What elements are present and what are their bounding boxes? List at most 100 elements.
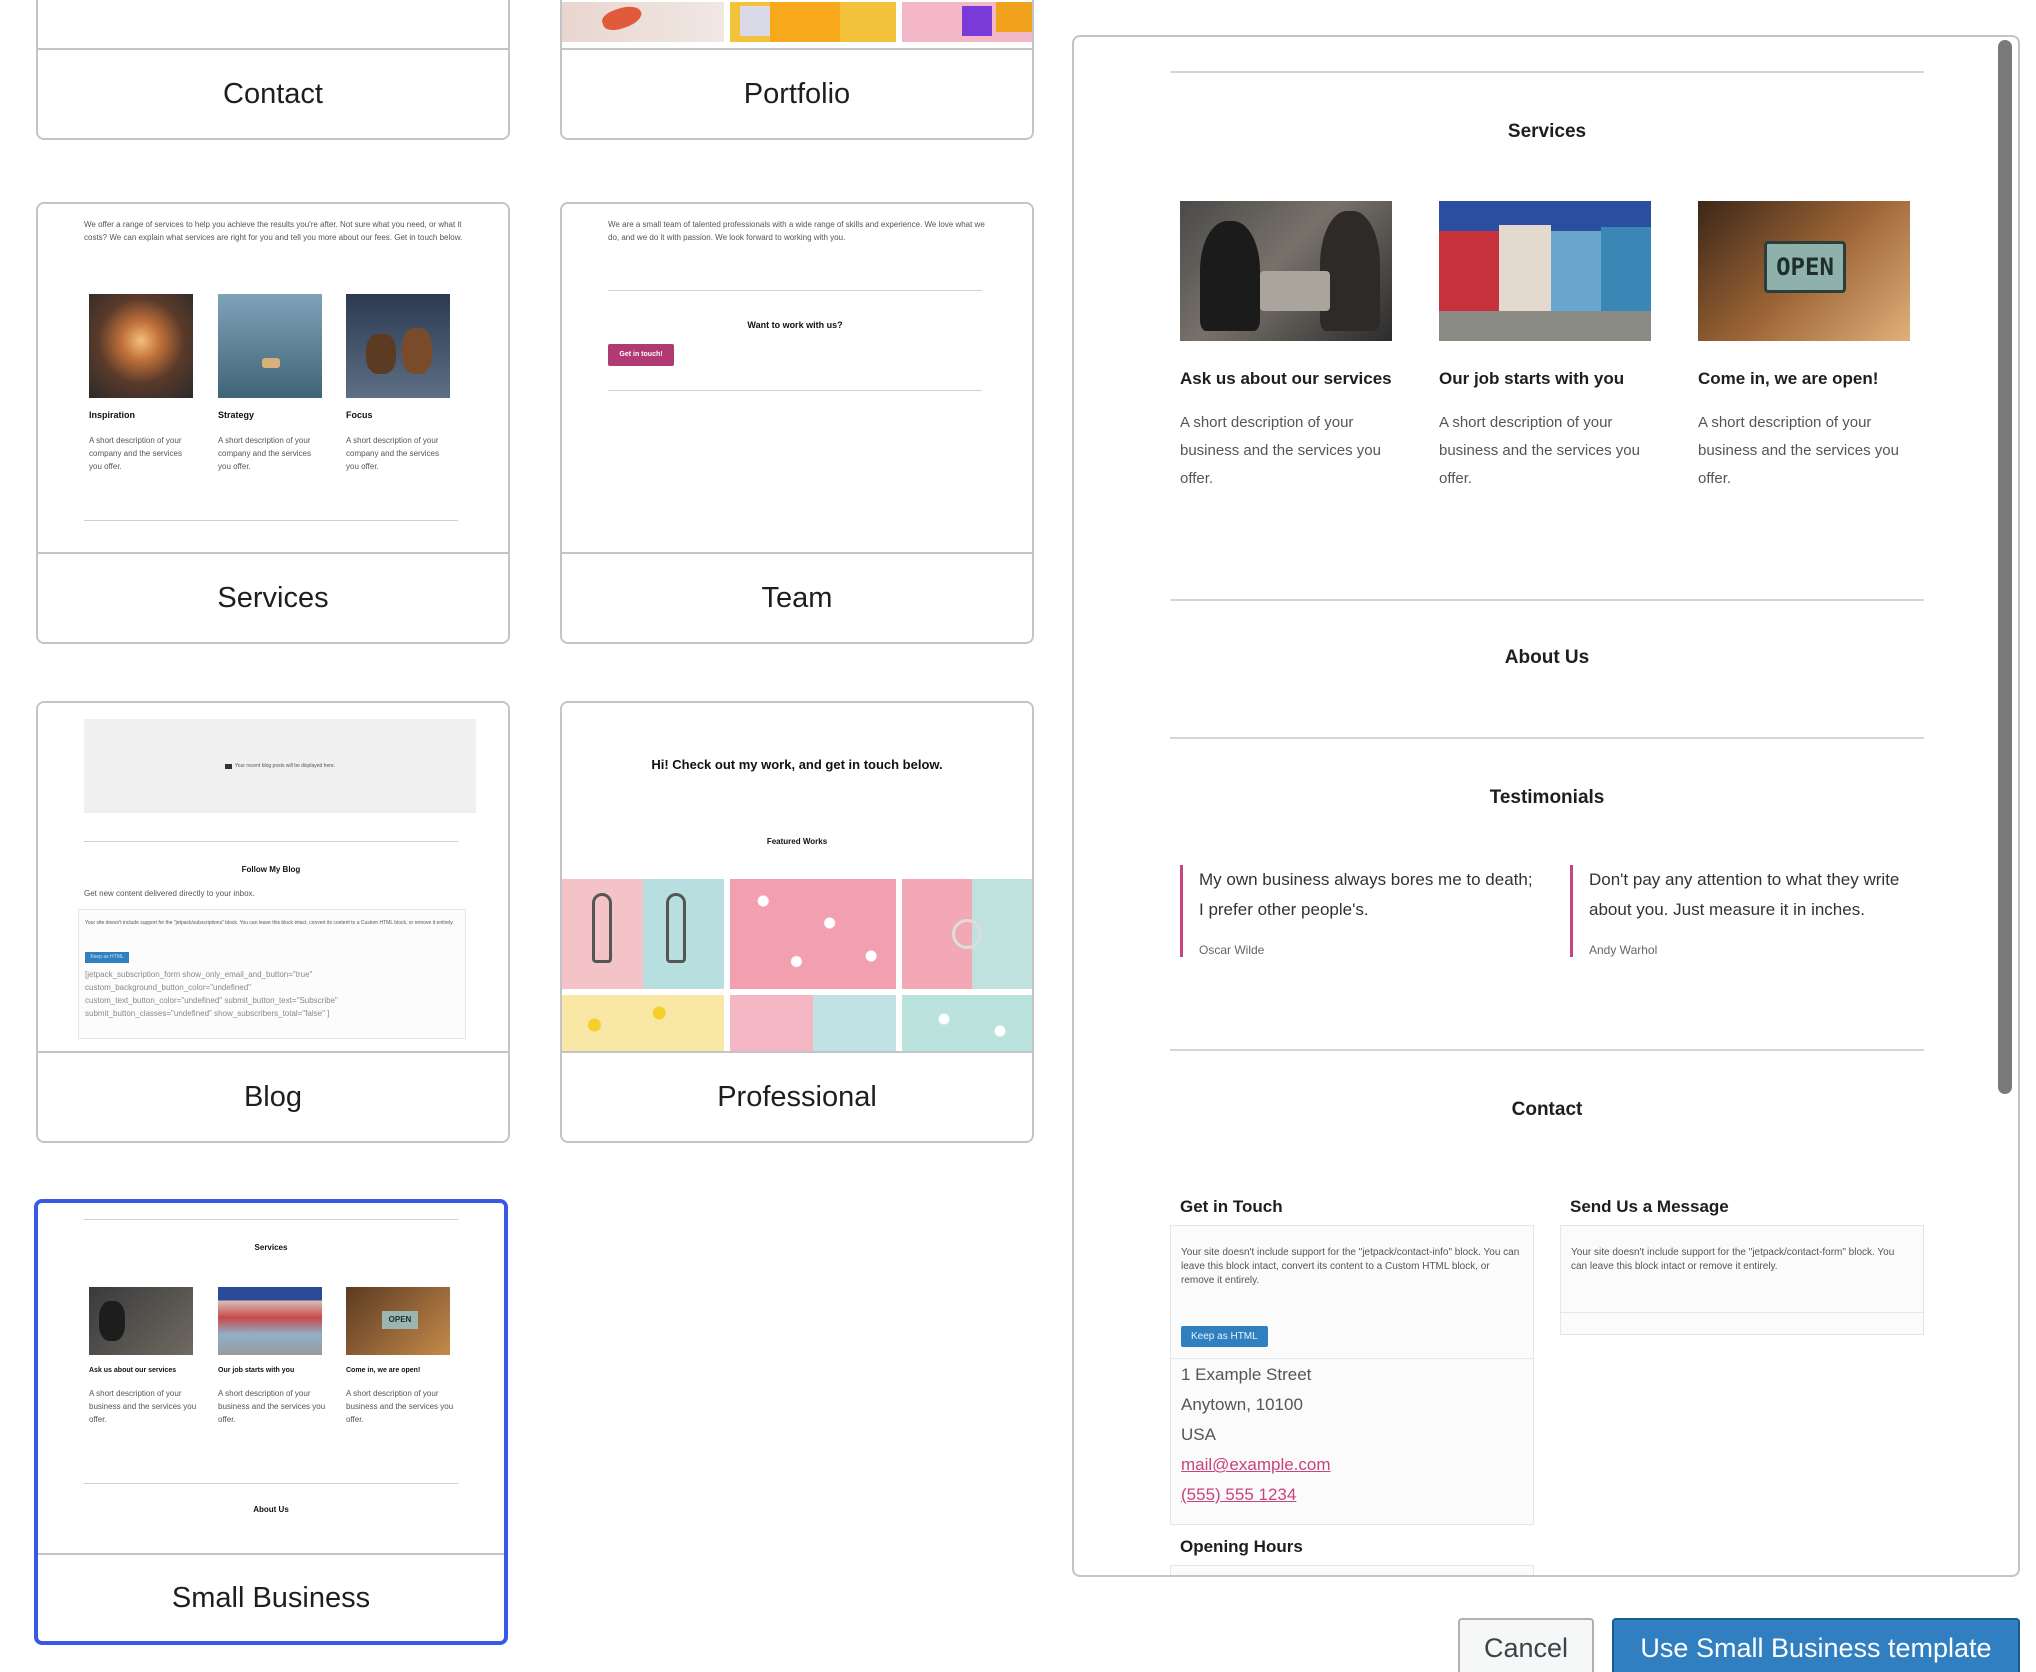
contact-address: 1 Example Street Anytown, 10100 USA mail… — [1181, 1360, 1331, 1510]
service-title: Our job starts with you — [218, 1367, 295, 1374]
focus-image — [346, 294, 450, 398]
featured-work-image — [902, 879, 1032, 989]
template-card-services[interactable]: We offer a range of services to help you… — [36, 202, 510, 644]
thumbnail-intro-text: We offer a range of services to help you… — [84, 220, 463, 242]
service-title: Strategy — [218, 410, 255, 420]
portfolio-thumbnail-image — [562, 1, 724, 42]
posts-icon — [224, 763, 232, 769]
service-description: A short description of your business and… — [1698, 414, 1899, 487]
featured-works-heading: Featured Works — [766, 837, 828, 846]
email-link[interactable]: mail@example.com — [1181, 1450, 1331, 1480]
contact-form-notice: Your site doesn't include support for th… — [1571, 1247, 1895, 1272]
preview-testimonials-heading: Testimonials — [1489, 787, 1605, 808]
opening-hours-block — [1170, 1565, 1534, 1575]
service-title: Ask us about our services — [89, 1367, 177, 1374]
subscription-block: Your site doesn't include support for th… — [78, 909, 466, 1039]
template-card-label: Team — [562, 552, 1032, 642]
blog-posts-placeholder: Your recent blog posts will be displayed… — [84, 719, 476, 813]
shortcode-text: [jetpack_subscription_form show_only_ema… — [85, 970, 338, 1018]
cta-heading: Want to work with us? — [747, 320, 843, 330]
service-image-open-sign: OPEN — [1698, 201, 1910, 341]
featured-work-image — [902, 995, 1032, 1051]
cancel-button[interactable]: Cancel — [1458, 1618, 1594, 1672]
featured-work-image — [730, 995, 896, 1051]
divider — [84, 1483, 458, 1484]
quote-citation: Oscar Wilde — [1199, 943, 1265, 957]
template-card-label: Professional — [562, 1051, 1032, 1141]
divider — [608, 290, 982, 291]
service-description: A short description of your company and … — [218, 436, 311, 471]
open-sign: OPEN — [382, 1311, 418, 1329]
strategy-image — [218, 294, 322, 398]
divider — [1170, 737, 1924, 739]
use-template-button[interactable]: Use Small Business template — [1612, 1618, 2020, 1672]
service-description: A short description of your business and… — [218, 1389, 326, 1424]
template-thumbnail: We offer a range of services to help you… — [38, 204, 508, 552]
contact-info-notice: Your site doesn't include support for th… — [1181, 1247, 1520, 1286]
service-description: A short description of your company and … — [89, 436, 182, 471]
services-heading: Services — [254, 1243, 288, 1252]
divider — [84, 841, 458, 842]
preview-scrollbar[interactable] — [1998, 40, 2012, 1094]
template-card-label: Small Business — [38, 1553, 504, 1641]
opening-hours-heading: Opening Hours — [1180, 1537, 1303, 1556]
about-heading: About Us — [253, 1505, 289, 1514]
follow-text: Get new content delivered directly to yo… — [84, 889, 255, 898]
preview-contact-heading: Contact — [1511, 1099, 1583, 1120]
service-image — [89, 1287, 193, 1355]
contact-form-block: Your site doesn't include support for th… — [1560, 1225, 1924, 1335]
testimonial-quote: Don't pay any attention to what they wri… — [1570, 865, 1930, 957]
template-card-small-business[interactable]: Services OPEN Ask us about our services … — [34, 1199, 508, 1645]
service-title: Ask us about our services — [1180, 369, 1392, 388]
service-image-houses — [1439, 201, 1651, 341]
quote-citation: Andy Warhol — [1589, 943, 1658, 957]
get-in-touch-button: Get in touch! — [608, 344, 674, 366]
preview-about-heading: About Us — [1504, 647, 1590, 668]
thumbnail-intro-text: We are a small team of talented professi… — [608, 220, 985, 242]
contact-info-block: Your site doesn't include support for th… — [1170, 1225, 1534, 1525]
divider — [608, 390, 982, 391]
service-image-meeting — [1180, 201, 1392, 341]
service-description: A short description of your business and… — [346, 1389, 454, 1424]
preview-services-heading: Services — [1507, 121, 1587, 142]
support-notice: Your site doesn't include support for th… — [85, 920, 454, 926]
follow-heading: Follow My Blog — [241, 865, 301, 874]
template-preview-panel[interactable]: Services Ask us about our services A sho… — [1072, 35, 2020, 1577]
quote-text: My own business always bores me to death… — [1199, 870, 1533, 919]
phone-link[interactable]: (555) 555 1234 — [1181, 1480, 1331, 1510]
service-description: A short description of your business and… — [1439, 414, 1640, 487]
featured-work-image — [730, 879, 896, 989]
template-thumbnail: Your recent blog posts will be displayed… — [38, 703, 508, 1051]
service-title: Come in, we are open! — [1698, 369, 1879, 388]
service-title: Our job starts with you — [1439, 369, 1625, 388]
template-thumbnail: Services OPEN Ask us about our services … — [38, 1203, 504, 1551]
template-card-professional[interactable]: Hi! Check out my work, and get in touch … — [560, 701, 1034, 1143]
keep-as-html-button: Keep as HTML — [85, 952, 129, 963]
divider — [1170, 1049, 1924, 1051]
posts-notice: Your recent blog posts will be displayed… — [234, 763, 336, 769]
inspiration-image — [89, 294, 193, 398]
keep-as-html-button[interactable]: Keep as HTML — [1181, 1326, 1268, 1347]
send-message-heading: Send Us a Message — [1570, 1197, 1729, 1216]
template-thumbnail: Hi! Check out my work, and get in touch … — [562, 703, 1032, 1051]
service-title: Inspiration — [89, 410, 136, 420]
template-card-team[interactable]: We are a small team of talented professi… — [560, 202, 1034, 644]
address-line: USA — [1181, 1425, 1216, 1444]
service-title: Come in, we are open! — [346, 1367, 421, 1374]
divider — [1170, 71, 1924, 73]
service-image: OPEN — [346, 1287, 450, 1355]
template-card-label: Contact — [38, 48, 508, 138]
service-description: A short description of your business and… — [1180, 414, 1381, 487]
template-card-blog[interactable]: Your recent blog posts will be displayed… — [36, 701, 510, 1143]
service-description: A short description of your company and … — [346, 436, 439, 471]
template-card-portfolio[interactable]: Portfolio — [560, 0, 1034, 140]
template-card-contact[interactable]: Contact — [36, 0, 510, 140]
divider — [84, 520, 458, 521]
portfolio-thumbnail-image — [902, 2, 1032, 42]
get-in-touch-heading: Get in Touch — [1180, 1197, 1283, 1216]
divider — [84, 1219, 458, 1220]
divider — [1170, 599, 1924, 601]
portfolio-thumbnail-image — [730, 2, 896, 42]
quote-text: Don't pay any attention to what they wri… — [1589, 870, 1900, 919]
block-separator — [1561, 1312, 1923, 1313]
